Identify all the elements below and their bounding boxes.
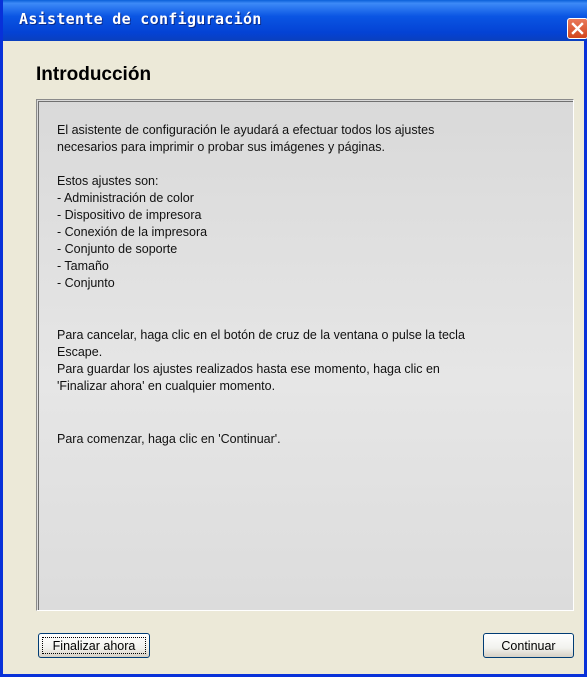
title-bar[interactable]: Asistente de configuración	[3, 0, 587, 41]
page-title: Introducción	[36, 64, 152, 85]
settings-heading: Estos ajustes son:	[57, 174, 159, 188]
instruction-line: Escape.	[57, 345, 103, 359]
close-button[interactable]	[567, 18, 587, 39]
settings-item: - Tamaño	[57, 259, 109, 273]
intro-text: El asistente de configuración le ayudará…	[57, 122, 557, 156]
settings-item: - Conexión de la impresora	[57, 225, 208, 239]
finalize-now-label: Finalizar ahora	[52, 638, 136, 653]
settings-item: - Conjunto de soporte	[57, 242, 178, 256]
settings-item: - Administración de color	[57, 191, 194, 205]
finalize-now-button[interactable]: Finalizar ahora	[38, 633, 150, 658]
instruction-line: 'Finalizar ahora' en cualquier momento.	[57, 379, 276, 393]
continue-label: Continuar	[501, 638, 556, 653]
window-title: Asistente de configuración	[19, 10, 262, 28]
close-icon	[571, 22, 584, 35]
content-panel: El asistente de configuración le ayudará…	[36, 99, 574, 611]
settings-item: - Conjunto	[57, 276, 115, 290]
instruction-line: Para cancelar, haga clic en el botón de …	[57, 328, 465, 342]
settings-item: - Dispositivo de impresora	[57, 208, 202, 222]
start-instruction: Para comenzar, haga clic en 'Continuar'.	[57, 432, 281, 446]
continue-button[interactable]: Continuar	[483, 633, 574, 658]
intro-line: El asistente de configuración le ayudará…	[57, 123, 435, 137]
instructions-text: Para cancelar, haga clic en el botón de …	[57, 327, 557, 395]
settings-list: Estos ajustes son: - Administración de c…	[57, 173, 557, 292]
intro-line: necesarios para imprimir o probar sus im…	[57, 140, 385, 154]
instruction-line: Para guardar los ajustes realizados hast…	[57, 362, 440, 376]
setup-wizard-window: Asistente de configuración Introducción …	[0, 0, 587, 677]
